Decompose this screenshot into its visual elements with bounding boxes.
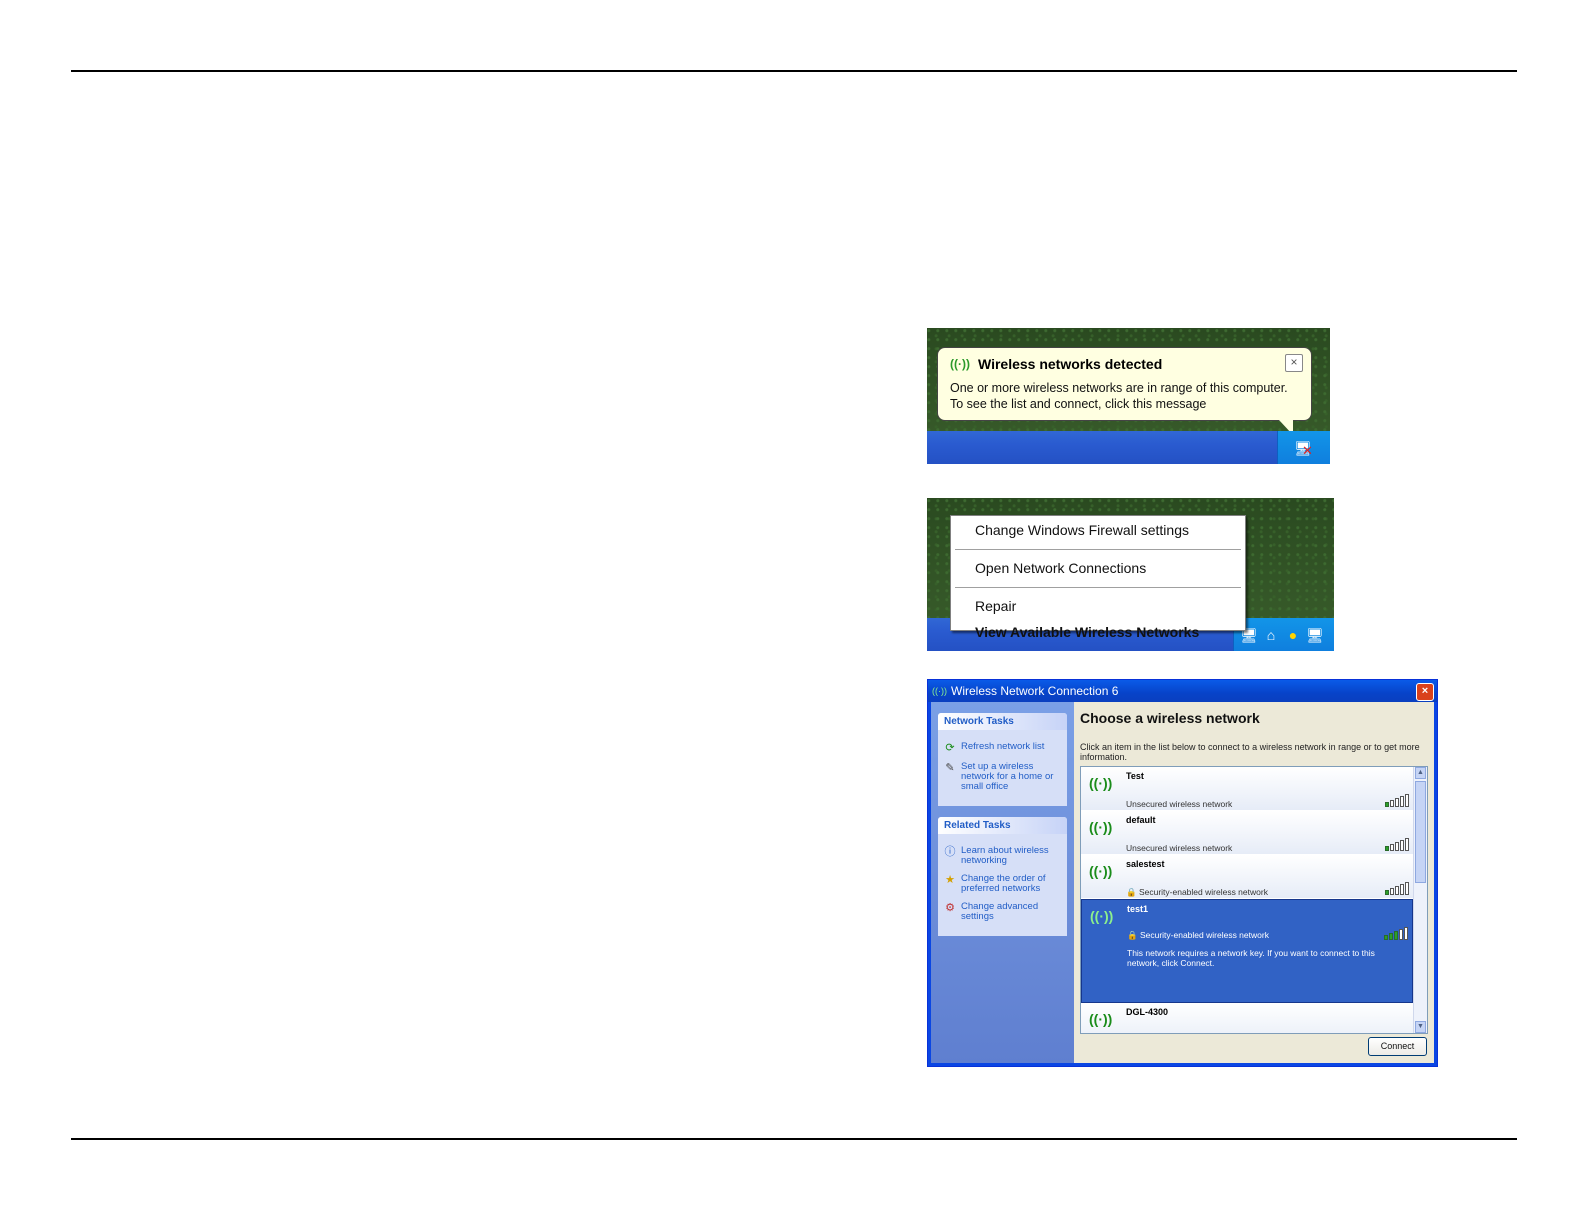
- star-icon: ★: [945, 874, 955, 886]
- network-name: DGL-4300: [1126, 1007, 1169, 1017]
- task-label: Refresh network list: [961, 741, 1045, 752]
- network-name: salestest: [1126, 859, 1165, 869]
- disconnected-x-icon: ✕: [1302, 443, 1313, 458]
- lock-icon: 🔒: [1126, 887, 1137, 897]
- task-label: Learn about wireless networking: [961, 845, 1049, 866]
- system-tray: 🖥 ✕: [1277, 431, 1330, 464]
- info-icon: ⓘ: [944, 846, 956, 858]
- taskbar: 🖥 ✕: [927, 431, 1330, 464]
- network-name: default: [1126, 815, 1156, 825]
- antenna-icon: ((·)): [1089, 775, 1113, 791]
- menu-separator: [955, 587, 1241, 588]
- menu-item-open-network-connections[interactable]: Open Network Connections: [951, 556, 1245, 582]
- antenna-icon: ((·)): [1089, 819, 1113, 835]
- balloon-screenshot: ((·)) Wireless networks detected One or …: [927, 328, 1330, 464]
- network-row-default[interactable]: ((·)) default Unsecured wireless network: [1081, 811, 1413, 855]
- change-order-link[interactable]: ★ Change the order of preferred networks: [944, 874, 1061, 894]
- tray-context-menu: Change Windows Firewall settings Open Ne…: [950, 515, 1246, 640]
- network-row-test[interactable]: ((·)) Test Unsecured wireless network: [1081, 767, 1413, 811]
- menu-item-firewall-settings[interactable]: Change Windows Firewall settings: [951, 518, 1245, 544]
- menu-separator: [955, 549, 1241, 550]
- network-tasks-header[interactable]: Network Tasks: [938, 713, 1067, 730]
- learn-wireless-link[interactable]: ⓘ Learn about wireless networking: [944, 846, 1061, 866]
- network-status: 🔒 Security-enabled wireless network: [1126, 887, 1268, 898]
- network-tasks-panel: Network Tasks ⟳ Refresh network list ✎ S…: [938, 713, 1067, 806]
- balloon-title: ((·)) Wireless networks detected: [950, 356, 1299, 372]
- balloon-line-1: One or more wireless networks are in ran…: [950, 381, 1288, 395]
- lock-icon: 🔒: [1127, 930, 1138, 940]
- main-heading: Choose a wireless network: [1080, 710, 1260, 726]
- main-pane: Choose a wireless network Click an item …: [1074, 702, 1434, 1063]
- refresh-network-list-link[interactable]: ⟳ Refresh network list: [944, 741, 1061, 755]
- related-tasks-panel: Related Tasks ⓘ Learn about wireless net…: [938, 817, 1067, 936]
- scroll-down-arrow-icon[interactable]: ▼: [1415, 1021, 1426, 1033]
- window-titlebar[interactable]: ((·)) Wireless Network Connection 6 ×: [928, 680, 1437, 702]
- antenna-icon: ((·)): [1089, 1011, 1113, 1027]
- wireless-detected-balloon[interactable]: ((·)) Wireless networks detected One or …: [937, 347, 1312, 435]
- antenna-icon: ((·)): [1090, 908, 1114, 924]
- network-row-salestest[interactable]: ((·)) salestest 🔒 Security-enabled wirel…: [1081, 855, 1413, 899]
- network-status: Unsecured wireless network: [1126, 799, 1233, 809]
- window-body: Network Tasks ⟳ Refresh network list ✎ S…: [931, 702, 1434, 1063]
- signal-strength-icon: [1385, 882, 1409, 895]
- network-status-text: Security-enabled wireless network: [1138, 887, 1268, 897]
- balloon-close-button[interactable]: ×: [1285, 354, 1303, 372]
- signal-strength-icon: [1385, 838, 1409, 851]
- wireless-icon: ((·)): [950, 357, 970, 371]
- refresh-icon: ⟳: [945, 742, 955, 754]
- balloon-title-text: Wireless networks detected: [977, 356, 1163, 372]
- scroll-thumb[interactable]: [1415, 781, 1426, 883]
- task-label: Set up a wireless network for a home or …: [961, 761, 1054, 792]
- network-status-text: Security-enabled wireless network: [1139, 930, 1269, 940]
- wireless-icon: ((·)): [932, 686, 947, 696]
- window-close-button[interactable]: ×: [1416, 683, 1434, 701]
- network-row-test1-selected[interactable]: ((·)) test1 🔒 Security-enabled wireless …: [1081, 899, 1413, 1003]
- network-name: Test: [1126, 771, 1144, 781]
- scroll-up-arrow-icon[interactable]: ▲: [1415, 767, 1426, 779]
- setup-wireless-network-link[interactable]: ✎ Set up a wireless network for a home o…: [944, 762, 1061, 792]
- top-rule: [71, 70, 1517, 72]
- network-row-dgl-4300[interactable]: ((·)) DGL-4300: [1081, 1003, 1413, 1033]
- network-key-message: This network requires a network key. If …: [1127, 948, 1375, 968]
- network-connection-icon[interactable]: 🖥: [1306, 626, 1324, 644]
- network-name: test1: [1127, 904, 1149, 914]
- signal-strength-icon: [1385, 794, 1409, 807]
- network-status: 🔒 Security-enabled wireless network: [1127, 930, 1269, 941]
- instructions-text: Click an item in the list below to conne…: [1080, 742, 1420, 762]
- task-label: Change advanced settings: [961, 901, 1039, 922]
- system-tray: 🖥 ⌂ ● 🖥: [1233, 618, 1334, 651]
- window-title: Wireless Network Connection 6: [951, 684, 1119, 698]
- task-label: Change the order of preferred networks: [961, 873, 1046, 894]
- setup-wizard-icon: ✎: [945, 762, 955, 774]
- connect-button[interactable]: Connect: [1368, 1037, 1427, 1056]
- vertical-scrollbar[interactable]: ▲ ▼: [1413, 767, 1427, 1033]
- signal-strength-icon: [1384, 927, 1408, 940]
- menu-item-view-wireless-networks[interactable]: View Available Wireless Networks: [951, 620, 1245, 646]
- context-menu-screenshot: 🖥 ⌂ ● 🖥 Change Windows Firewall settings…: [927, 498, 1334, 651]
- network-list[interactable]: ((·)) Test Unsecured wireless network ((…: [1080, 766, 1428, 1034]
- settings-icon: ⚙: [945, 902, 955, 914]
- menu-item-repair[interactable]: Repair: [951, 594, 1245, 620]
- balloon-line-2: To see the list and connect, click this …: [950, 397, 1207, 411]
- bottom-rule: [71, 1138, 1517, 1140]
- related-tasks-header[interactable]: Related Tasks: [938, 817, 1067, 834]
- change-advanced-settings-link[interactable]: ⚙ Change advanced settings: [944, 902, 1061, 922]
- wireless-network-window: ((·)) Wireless Network Connection 6 × Ne…: [927, 679, 1438, 1067]
- network-status: Unsecured wireless network: [1126, 843, 1233, 853]
- home-icon[interactable]: ⌂: [1262, 626, 1280, 644]
- task-pane: Network Tasks ⟳ Refresh network list ✎ S…: [931, 702, 1074, 1063]
- antenna-icon: ((·)): [1089, 863, 1113, 879]
- security-alert-icon[interactable]: ●: [1284, 626, 1302, 644]
